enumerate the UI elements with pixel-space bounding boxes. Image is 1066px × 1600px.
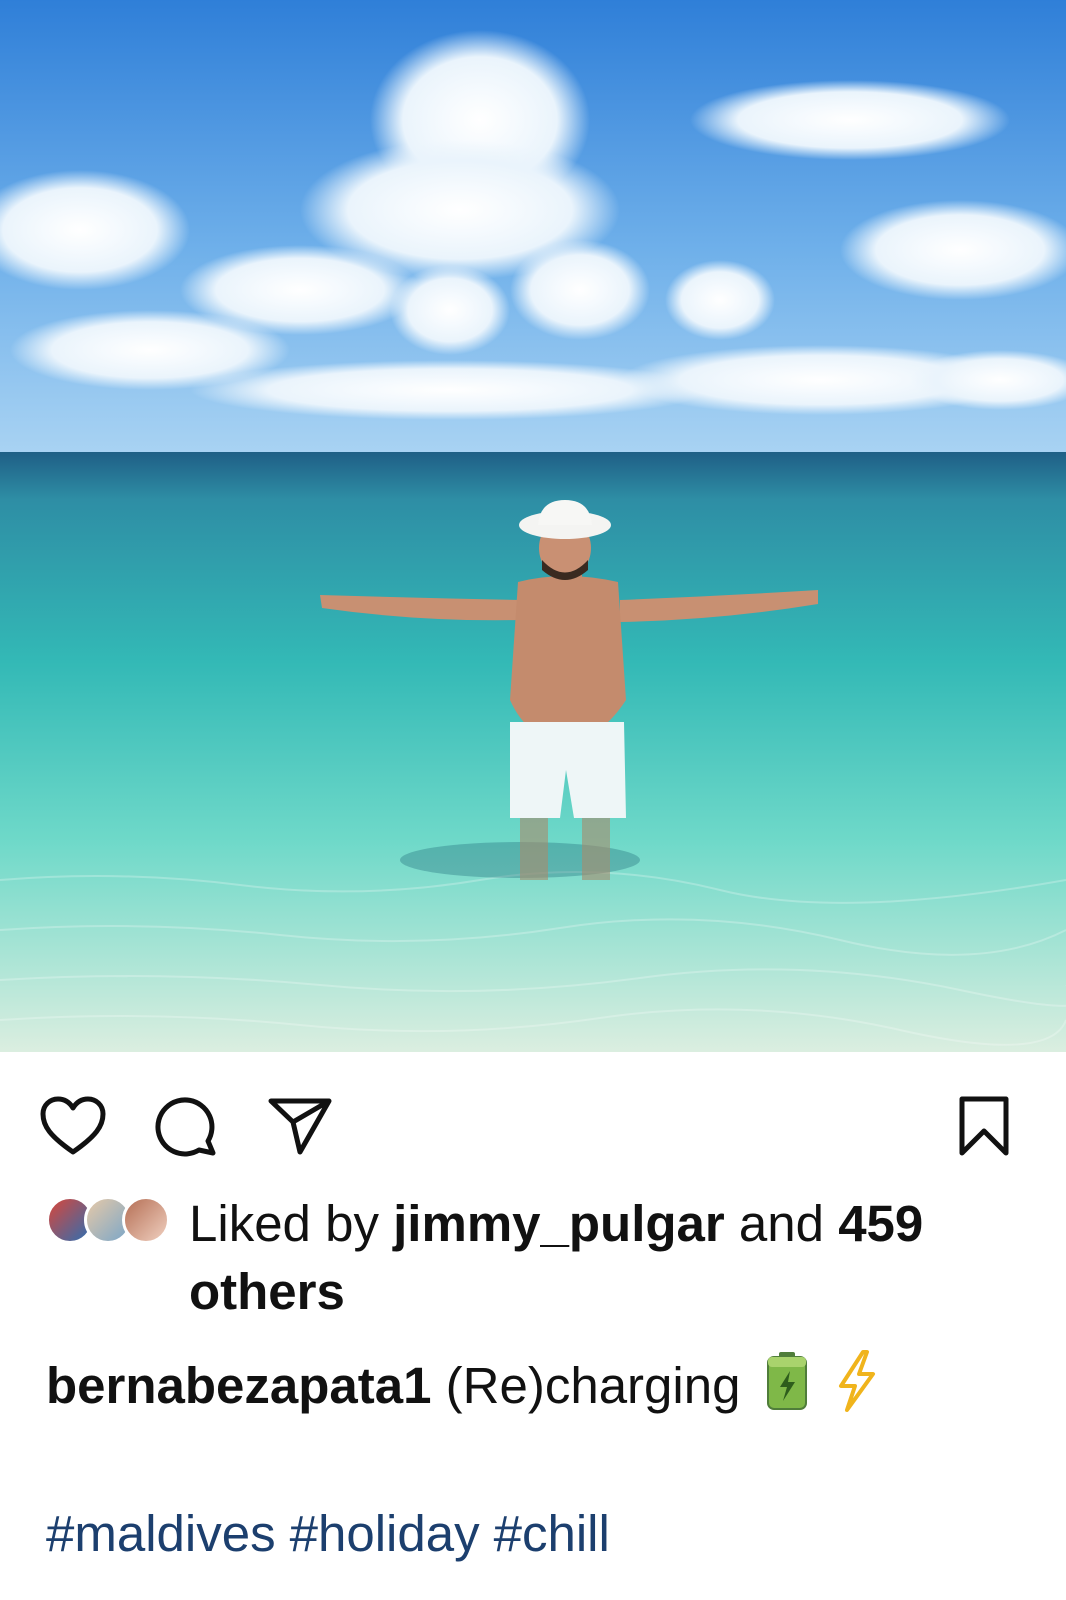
heart-icon — [40, 1096, 106, 1161]
likes-summary[interactable]: Liked by jimmy_pulgar and 459 others — [189, 1190, 1009, 1326]
battery-icon — [765, 1351, 809, 1428]
caption-text: (Re)charging — [445, 1356, 741, 1414]
likes-connector: and — [738, 1195, 825, 1252]
likes-count[interactable]: 459 — [838, 1195, 923, 1252]
hashtag-row: #maldives #holiday #chill — [46, 1500, 1046, 1568]
save-button[interactable] — [948, 1092, 1020, 1164]
liker-avatars[interactable] — [46, 1196, 176, 1252]
beach-photo — [0, 0, 1066, 1052]
likes-prefix: Liked by — [189, 1195, 379, 1252]
post-action-bar — [0, 1052, 1066, 1192]
post-photo[interactable] — [0, 0, 1066, 1052]
lightning-icon — [833, 1350, 879, 1429]
send-icon — [267, 1096, 333, 1161]
liker-username[interactable]: jimmy_pulgar — [393, 1195, 725, 1252]
avatar — [122, 1196, 170, 1244]
comment-button[interactable] — [150, 1092, 222, 1164]
bookmark-icon — [956, 1095, 1012, 1162]
caption-username[interactable]: bernabezapata1 — [46, 1357, 432, 1414]
share-button[interactable] — [264, 1092, 336, 1164]
post-caption: bernabezapata1 (Re)charging — [46, 1350, 1046, 1429]
likes-suffix[interactable]: others — [189, 1263, 345, 1320]
hashtag-link[interactable]: #chill — [494, 1505, 610, 1562]
hashtag-link[interactable]: #holiday — [290, 1505, 480, 1562]
comment-icon — [155, 1095, 217, 1162]
like-button[interactable] — [37, 1092, 109, 1164]
hashtag-link[interactable]: #maldives — [46, 1505, 276, 1562]
